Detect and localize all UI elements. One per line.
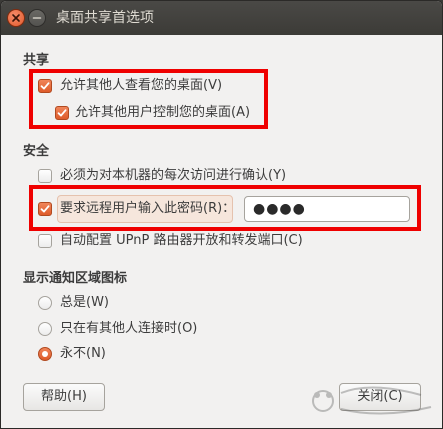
upnp-checkbox[interactable]: [38, 234, 52, 248]
confirm-access-label: 必须为对本机器的每次访问进行确认(Y): [60, 168, 287, 183]
sharing-heading: 共享: [23, 53, 50, 68]
minimize-icon: [32, 17, 42, 19]
notify-never-radio[interactable]: [38, 347, 52, 361]
preferences-window: 桌面共享首选项 共享 允许其他人查看您的桌面(V) 允许其他用户控制您的桌面(A…: [0, 0, 443, 429]
confirm-access-checkbox[interactable]: [38, 169, 52, 183]
title-bar: 桌面共享首选项: [1, 1, 442, 35]
notification-heading: 显示通知区域图标: [23, 271, 128, 286]
upnp-label: 自动配置 UPnP 路由器开放和转发端口(C): [60, 233, 303, 248]
notify-always-label: 总是(W): [60, 295, 109, 310]
highlight-password-box: [29, 185, 421, 231]
window-title: 桌面共享首选项: [56, 10, 154, 26]
watermark-logo: [312, 386, 432, 415]
notify-connected-label: 只在有其他人连接时(O): [60, 321, 198, 336]
security-heading: 安全: [23, 144, 50, 159]
close-icon: [12, 14, 20, 22]
close-window-button[interactable]: [7, 9, 25, 27]
notify-always-radio[interactable]: [38, 296, 52, 310]
minimize-window-button[interactable]: [28, 9, 46, 27]
notify-connected-radio[interactable]: [38, 322, 52, 336]
notify-never-label: 永不(N): [60, 346, 106, 361]
help-button[interactable]: 帮助(H): [23, 383, 105, 411]
highlight-sharing-box: [29, 69, 268, 129]
